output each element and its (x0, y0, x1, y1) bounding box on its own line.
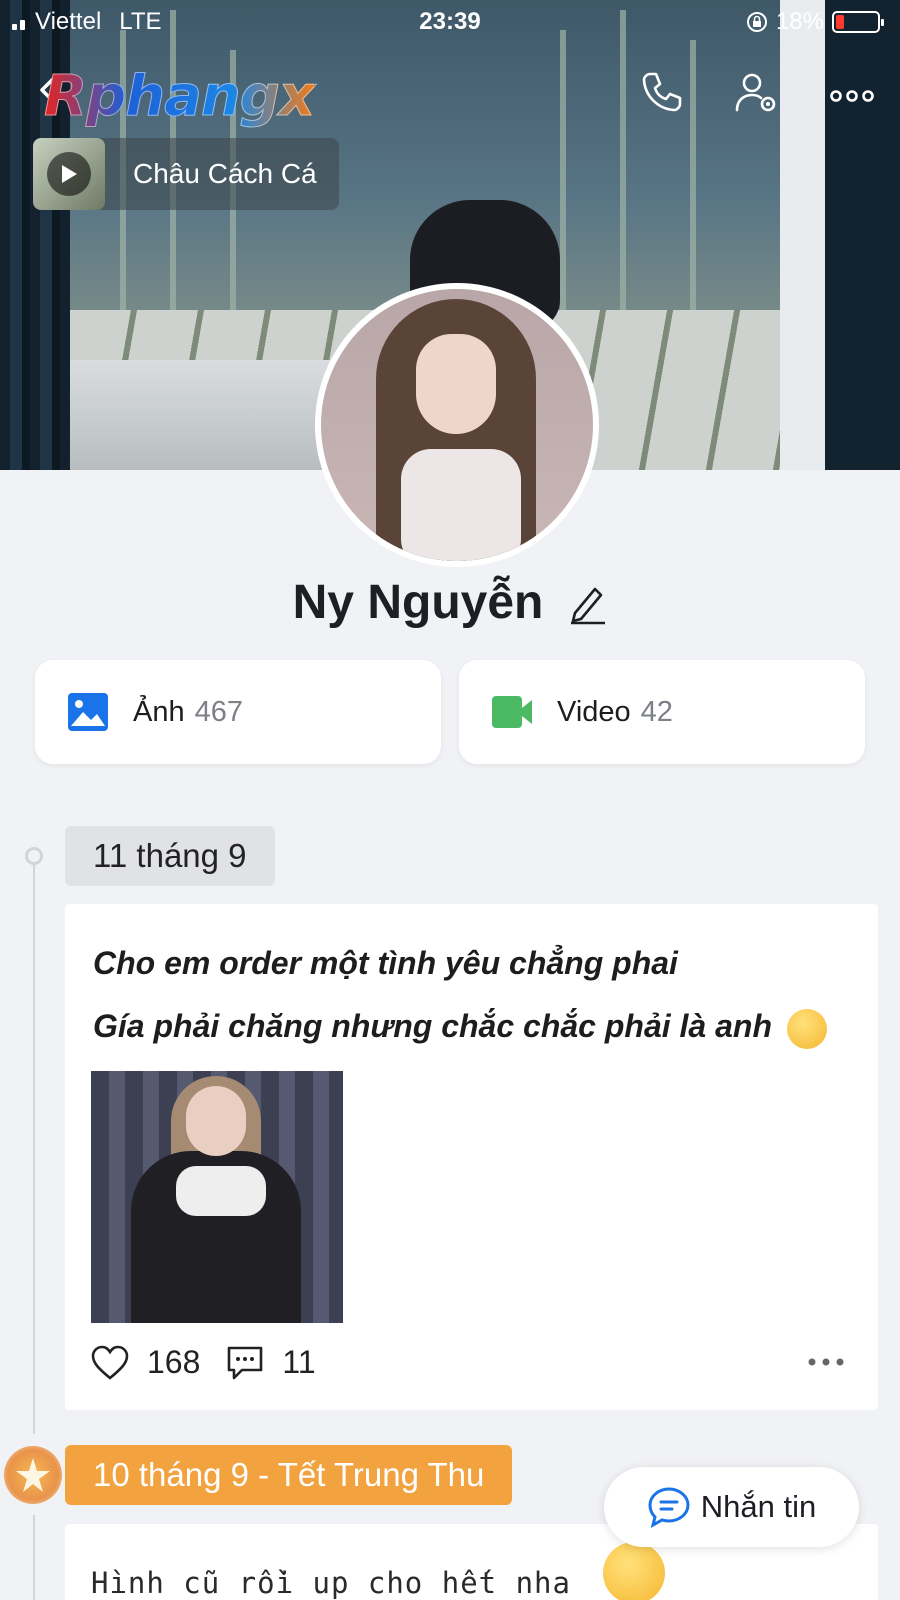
music-thumbnail (33, 138, 105, 210)
timeline-dot (25, 847, 43, 865)
comment-icon[interactable] (226, 1345, 264, 1381)
post-text: Hình cũ rồi up cho hết nha (91, 1542, 666, 1600)
comment-count: 11 (282, 1344, 316, 1380)
avatar[interactable] (315, 283, 599, 567)
timeline-post[interactable]: Cho em order một tình yêu chẳng phai Gía… (65, 904, 878, 1410)
watermark-logo: Rphangx (44, 64, 316, 130)
timeline-line (33, 1515, 35, 1600)
like-count: 168 (147, 1344, 201, 1380)
post-actions: 168 11 (91, 1344, 316, 1381)
videos-card[interactable]: Video 42 (459, 660, 865, 764)
timeline-date-holiday: 10 tháng 9 - Tết Trung Thu (65, 1445, 513, 1505)
timeline-date: 11 tháng 9 (65, 826, 275, 886)
smiling-emoji-icon (786, 1008, 827, 1049)
post-text-line: Gía phải chăng nhưng chắc chắc phải là a… (93, 1008, 772, 1044)
heart-icon[interactable] (91, 1345, 129, 1381)
post-photo[interactable] (91, 1071, 343, 1323)
mid-autumn-festival-icon (4, 1446, 62, 1504)
image-icon (68, 693, 108, 731)
post-text-line: Cho em order một tình yêu chẳng phai (93, 945, 678, 981)
avatar-image (321, 289, 593, 561)
more-horizontal-icon[interactable] (828, 68, 876, 116)
user-settings-icon[interactable] (732, 68, 780, 116)
laughing-emoji-icon (603, 1542, 666, 1600)
status-bar: Viettel LTE 23:39 18% (0, 0, 900, 44)
top-nav: Rphangx (0, 60, 900, 130)
pencil-icon[interactable] (567, 581, 607, 625)
photos-count: 467 (194, 695, 243, 728)
video-camera-icon (492, 696, 532, 728)
profile-music[interactable]: Châu Cách Cá (33, 138, 339, 210)
post-text-line: Hình cũ rồi up cho hết nha (91, 1566, 571, 1600)
chat-bubble-icon (648, 1487, 690, 1528)
timeline-line (33, 854, 35, 1434)
more-horizontal-icon[interactable] (806, 1352, 846, 1372)
cover-bamboo (620, 10, 626, 330)
post-text: Cho em order một tình yêu chẳng phai Gía… (93, 932, 827, 1058)
message-button-label: Nhắn tin (700, 1489, 817, 1524)
videos-count: 42 (640, 695, 673, 728)
phone-icon[interactable] (638, 68, 686, 116)
videos-label: Video (557, 695, 631, 728)
photos-label: Ảnh (133, 695, 185, 728)
battery-percent: 18% (775, 8, 824, 35)
play-icon[interactable] (47, 152, 91, 196)
battery-icon (832, 11, 884, 33)
post-text-line-2: Gía phải chăng nhưng chắc chắc phải là a… (93, 995, 827, 1058)
message-button[interactable]: Nhắn tin (604, 1467, 859, 1547)
music-title: Châu Cách Cá (133, 158, 317, 189)
status-right: 18% (746, 8, 884, 36)
photos-card[interactable]: Ảnh 467 (35, 660, 441, 764)
profile-name-row: Ny Nguyễn (0, 575, 900, 630)
profile-name: Ny Nguyễn (292, 576, 544, 629)
orientation-lock-icon (746, 12, 767, 32)
